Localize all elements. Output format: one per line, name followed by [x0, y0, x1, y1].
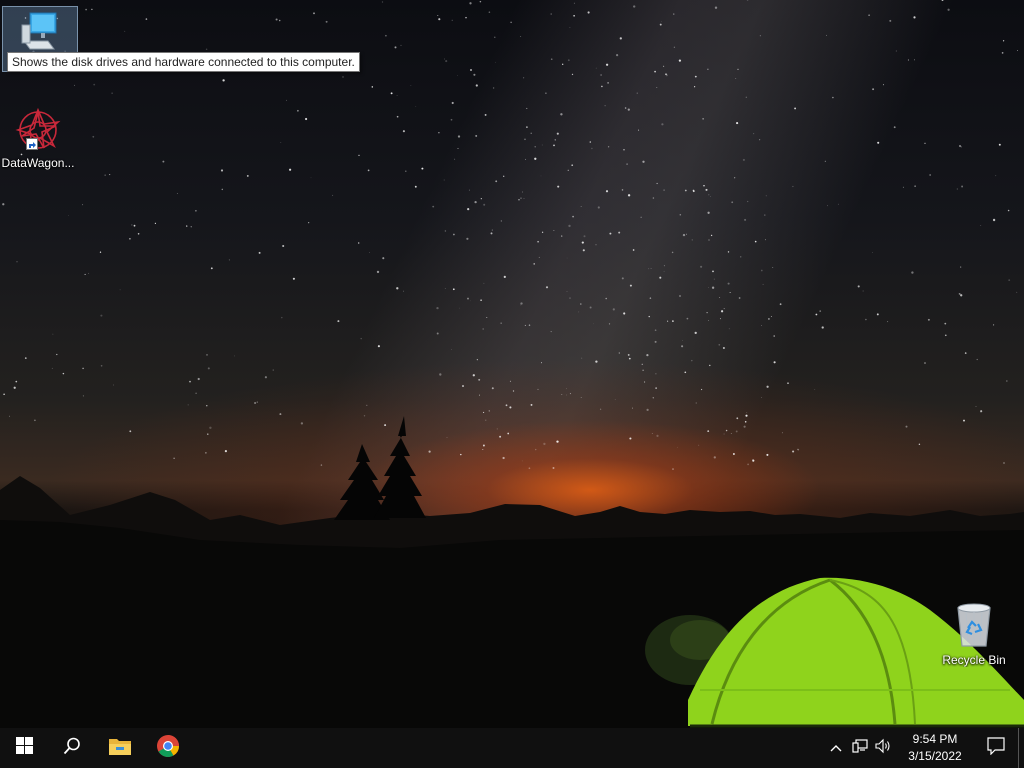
show-desktop-button[interactable] [1018, 728, 1024, 768]
action-center-button[interactable] [974, 728, 1018, 768]
desktop-icon-datawagon[interactable]: DataWagon... [0, 106, 76, 170]
chrome-icon [156, 734, 180, 763]
windows-logo-icon [15, 737, 33, 759]
computer-icon [3, 11, 77, 54]
shortcut-arrow-icon [26, 138, 38, 150]
desktop[interactable]: DataWagon... Recycle Bin Shows the disk … [0, 0, 1024, 728]
taskbar-clock[interactable]: 9:54 PM 3/15/2022 [896, 731, 974, 765]
system-tray: 9:54 PM 3/15/2022 [824, 728, 1024, 768]
clock-date: 3/15/2022 [908, 749, 962, 763]
network-icon [852, 738, 868, 759]
taskbar-chrome-button[interactable] [144, 728, 192, 768]
volume-icon [875, 738, 893, 759]
search-button[interactable] [48, 728, 96, 768]
desktop-icon-label: DataWagon... [1, 156, 75, 170]
start-button[interactable] [0, 728, 48, 768]
volume-tray-button[interactable] [872, 728, 896, 768]
chevron-up-icon [830, 739, 842, 757]
wallpaper-landscape [0, 416, 1024, 728]
desktop-icon-label: Recycle Bin [942, 653, 1006, 667]
clock-time: 9:54 PM [912, 732, 958, 746]
action-center-icon [987, 736, 1005, 760]
network-tray-button[interactable] [848, 728, 872, 768]
tooltip: Shows the disk drives and hardware conne… [7, 52, 360, 72]
show-hidden-icons-button[interactable] [824, 728, 848, 768]
recycle-bin-icon [936, 602, 1012, 651]
search-icon [63, 737, 81, 760]
taskbar-file-explorer-button[interactable] [96, 728, 144, 768]
file-explorer-icon [108, 736, 132, 761]
taskbar: 9:54 PM 3/15/2022 [0, 728, 1024, 768]
datawagon-icon [14, 106, 62, 154]
desktop-icon-recycle-bin[interactable]: Recycle Bin [936, 602, 1012, 667]
